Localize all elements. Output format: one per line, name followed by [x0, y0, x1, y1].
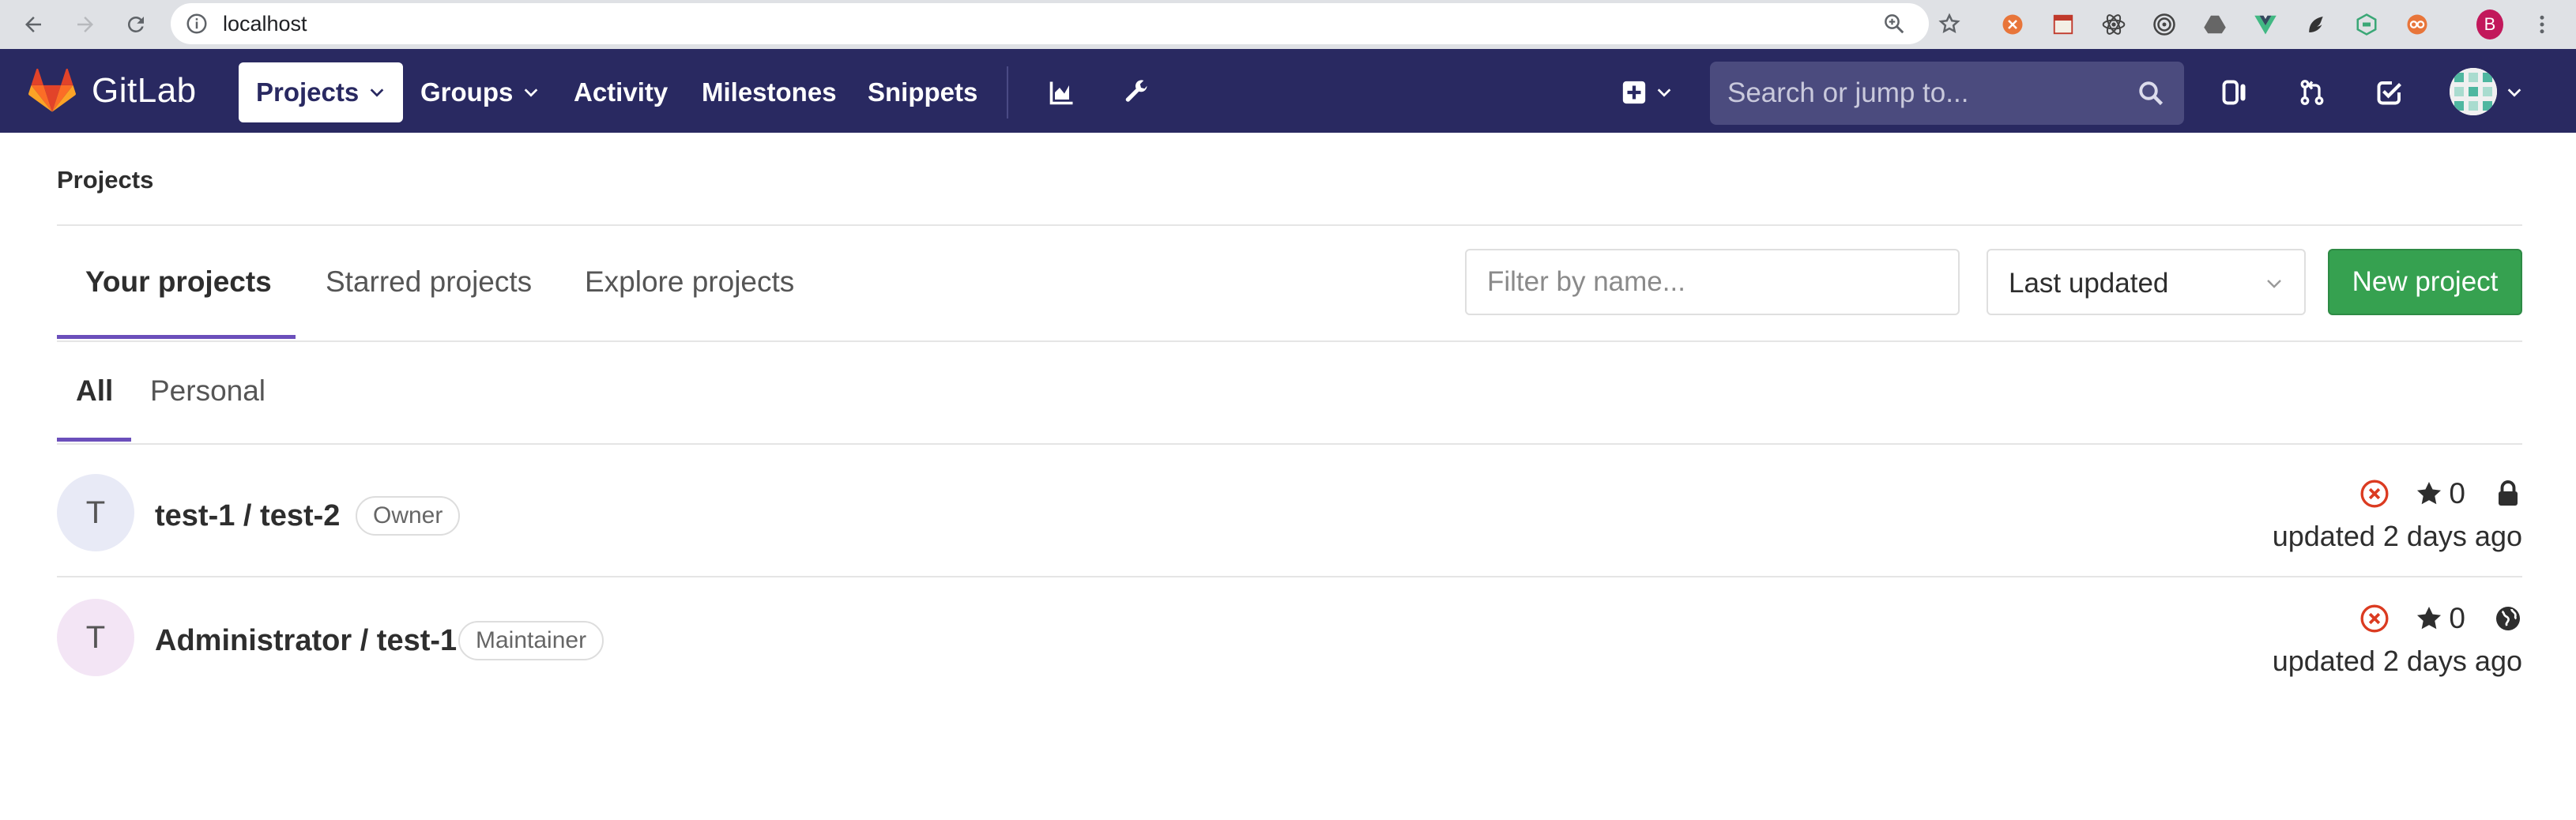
nav-groups[interactable]: Groups	[420, 62, 540, 122]
project-avatar[interactable]: T	[57, 474, 134, 551]
search-box[interactable]	[1710, 62, 2184, 125]
new-project-button[interactable]: New project	[2328, 249, 2522, 315]
address-bar[interactable]: localhost	[171, 3, 1960, 44]
updated-time: updated 2 days ago	[2272, 520, 2522, 552]
filter-input[interactable]	[1467, 250, 1958, 314]
bookmark-star-icon[interactable]	[1938, 12, 1961, 36]
divider	[57, 443, 2522, 445]
nav-activity-label: Activity	[574, 77, 668, 107]
chevron-down-icon	[370, 88, 384, 97]
active-subtab-indicator	[57, 438, 131, 442]
nav-divider	[1007, 66, 1008, 118]
info-icon[interactable]	[185, 12, 209, 36]
nav-projects[interactable]: Projects	[239, 62, 404, 122]
star-count: 0	[2449, 477, 2465, 510]
todos-icon[interactable]	[2372, 75, 2407, 110]
drive-icon[interactable]	[2201, 11, 2228, 38]
nav-projects-label: Projects	[256, 77, 360, 107]
filter-field[interactable]	[1465, 249, 1960, 315]
role-badge: Maintainer	[458, 621, 604, 660]
subtab-personal[interactable]: Personal	[150, 374, 266, 408]
back-icon[interactable]	[16, 7, 51, 42]
extension-icon[interactable]	[1999, 11, 2026, 38]
divider	[57, 340, 2522, 342]
chevron-down-icon	[1657, 88, 1671, 97]
identicon-icon	[2450, 68, 2497, 115]
tab-your-projects[interactable]: Your projects	[85, 265, 272, 299]
search-input[interactable]	[1710, 62, 2184, 125]
url-text: localhost	[223, 12, 307, 36]
chart-icon[interactable]	[1045, 75, 1079, 110]
issues-icon[interactable]	[2217, 75, 2252, 110]
extension-icon[interactable]	[2151, 11, 2178, 38]
pipeline-failed-icon[interactable]	[2359, 603, 2390, 634]
profile-avatar[interactable]: B	[2476, 9, 2503, 39]
browser-menu-icon[interactable]	[2529, 11, 2555, 38]
nav-activity[interactable]: Activity	[574, 62, 668, 122]
merge-requests-icon[interactable]	[2295, 75, 2329, 110]
project-row[interactable]: T Administrator / test-1 Maintainer 0 up…	[57, 577, 2522, 702]
tab-explore-projects[interactable]: Explore projects	[585, 265, 794, 299]
gitlab-logo[interactable]: GitLab	[28, 66, 197, 115]
gitlab-header: GitLab Projects Groups Activity Mileston…	[0, 49, 2576, 133]
forward-icon[interactable]	[68, 7, 103, 42]
sort-dropdown[interactable]: Last updated	[1987, 249, 2306, 315]
star-count: 0	[2449, 602, 2465, 634]
pipeline-failed-icon[interactable]	[2359, 478, 2390, 510]
lock-icon	[2499, 480, 2518, 506]
profile-initial: B	[2476, 9, 2503, 39]
search-icon	[2139, 81, 2164, 106]
breadcrumb[interactable]: Projects	[57, 166, 153, 194]
role-badge: Owner	[356, 496, 461, 536]
nav-snippets-label: Snippets	[868, 77, 978, 107]
wrench-icon[interactable]	[1119, 75, 1154, 110]
extension-icon[interactable]	[2404, 11, 2431, 38]
brand-name: GitLab	[92, 71, 197, 110]
sort-value: Last updated	[2009, 268, 2169, 299]
project-meta: 0	[2359, 602, 2522, 635]
react-devtools-icon[interactable]	[2100, 11, 2127, 38]
nav-snippets[interactable]: Snippets	[868, 62, 977, 122]
project-title[interactable]: Administrator / test-1	[155, 624, 457, 658]
plus-square-icon	[1622, 81, 1646, 104]
chevron-down-icon	[2267, 280, 2281, 288]
project-row[interactable]: T test-1 / test-2 Owner 0 updated 2 days…	[57, 452, 2522, 577]
chevron-down-icon[interactable]	[2502, 75, 2527, 110]
nav-groups-label: Groups	[420, 77, 514, 107]
chevron-down-icon	[525, 88, 538, 97]
user-avatar[interactable]	[2450, 68, 2497, 115]
project-avatar[interactable]: T	[57, 599, 134, 676]
zoom-icon[interactable]	[1882, 12, 1906, 36]
divider	[57, 224, 2522, 226]
new-dropdown[interactable]	[1615, 75, 1678, 110]
star-icon[interactable]	[2414, 479, 2444, 509]
project-title[interactable]: test-1 / test-2	[155, 499, 340, 533]
star-icon[interactable]	[2414, 604, 2444, 634]
updated-time: updated 2 days ago	[2272, 645, 2522, 677]
extension-icon[interactable]	[2353, 11, 2380, 38]
extension-icon[interactable]	[2303, 11, 2329, 38]
nav-milestones-label: Milestones	[702, 77, 837, 107]
browser-toolbar: localhost B	[0, 0, 2576, 49]
extension-icon[interactable]	[2050, 11, 2077, 38]
vue-devtools-icon[interactable]	[2252, 11, 2279, 38]
tanuki-icon	[28, 69, 76, 112]
project-meta: 0	[2359, 477, 2522, 510]
subtab-all[interactable]: All	[76, 374, 113, 408]
reload-icon[interactable]	[119, 7, 153, 42]
tab-starred-projects[interactable]: Starred projects	[326, 265, 532, 299]
active-tab-indicator	[57, 335, 296, 339]
nav-milestones[interactable]: Milestones	[702, 62, 837, 122]
globe-icon	[2496, 607, 2520, 630]
